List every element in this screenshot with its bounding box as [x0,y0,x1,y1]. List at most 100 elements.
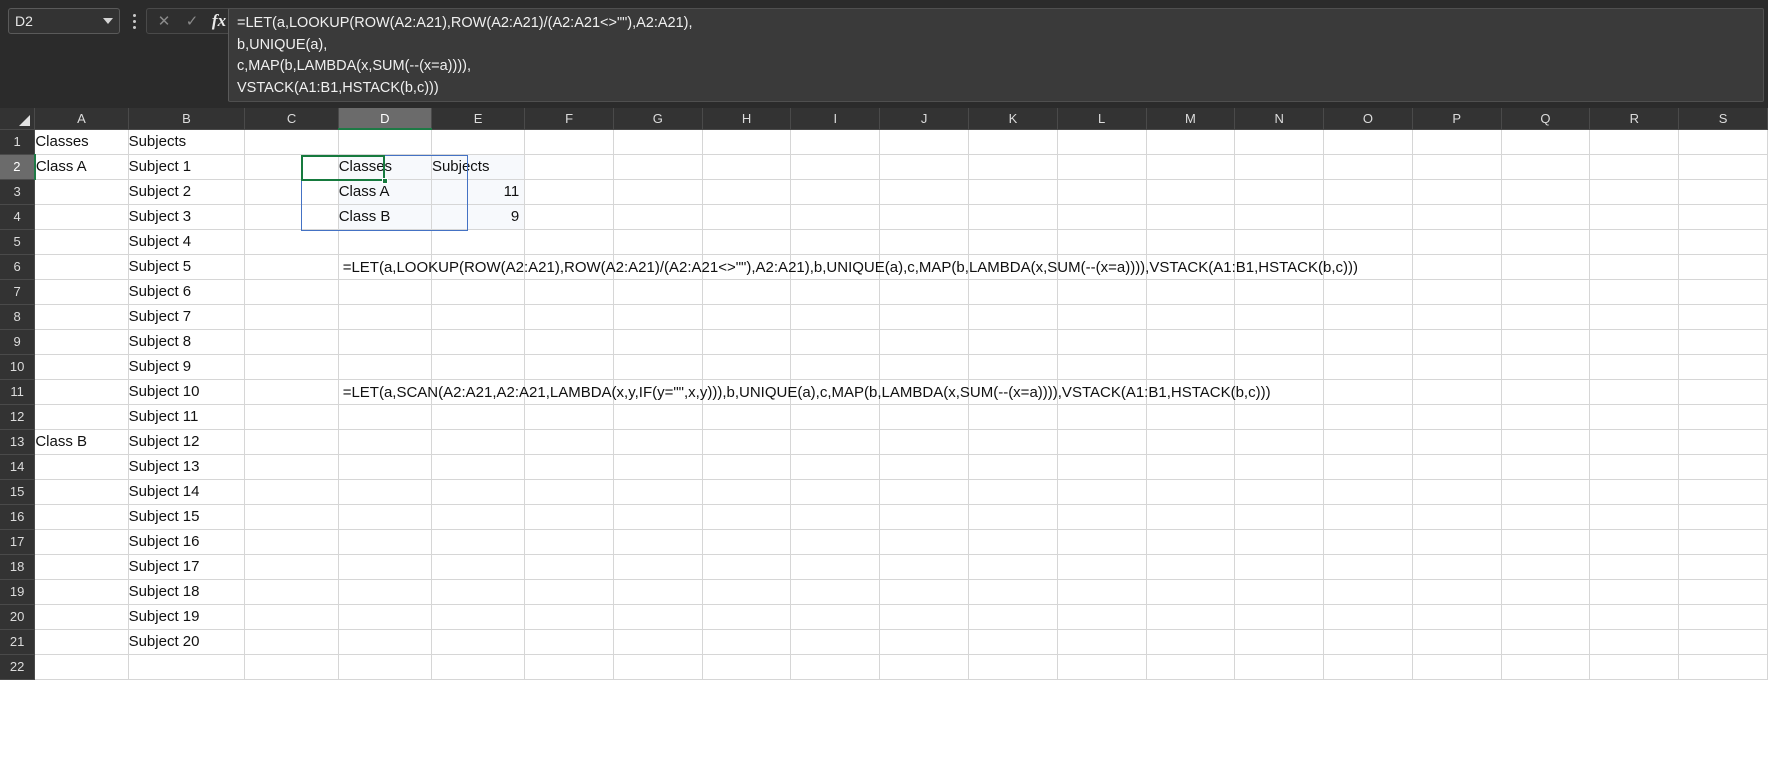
cell-e8[interactable] [431,304,526,330]
column-header-a[interactable]: A [34,108,129,130]
cell-i6[interactable] [790,254,881,280]
cell-s22[interactable] [1678,654,1768,680]
column-header-c[interactable]: C [244,108,339,130]
cell-p14[interactable] [1412,454,1502,480]
cell-k13[interactable] [968,429,1058,455]
cell-q2[interactable] [1501,154,1591,180]
cell-q12[interactable] [1501,404,1591,430]
cell-k6[interactable] [968,254,1058,280]
cell-e5[interactable] [431,229,526,255]
cell-m3[interactable] [1146,179,1236,205]
cell-l21[interactable] [1057,629,1147,655]
cell-g5[interactable] [613,229,703,255]
cell-i12[interactable] [790,404,881,430]
cell-q11[interactable] [1501,379,1591,405]
cell-c3[interactable] [244,179,339,205]
cell-e1[interactable] [431,129,526,155]
cell-f1[interactable] [524,129,614,155]
cell-a22[interactable] [34,654,129,680]
cell-b18[interactable]: Subject 17 [128,554,246,580]
column-header-k[interactable]: K [968,108,1058,130]
cell-d1[interactable] [338,129,432,155]
cell-f21[interactable] [524,629,614,655]
cell-j14[interactable] [879,454,970,480]
cell-r3[interactable] [1589,179,1680,205]
cell-a2[interactable]: Class A [34,154,129,180]
cell-m4[interactable] [1146,204,1236,230]
cell-d8[interactable] [338,304,432,330]
cell-n11[interactable] [1234,379,1325,405]
cell-c18[interactable] [244,554,339,580]
cell-s10[interactable] [1678,354,1768,380]
cell-g19[interactable] [613,579,703,605]
cell-c2[interactable] [244,154,339,180]
cell-d15[interactable] [338,479,432,505]
cell-i2[interactable] [790,154,881,180]
column-header-o[interactable]: O [1323,108,1413,130]
cell-o21[interactable] [1323,629,1413,655]
cell-c14[interactable] [244,454,339,480]
cell-s12[interactable] [1678,404,1768,430]
cell-j2[interactable] [879,154,970,180]
cell-j4[interactable] [879,204,970,230]
cell-f20[interactable] [524,604,614,630]
row-header-21[interactable]: 21 [0,629,36,655]
cell-i16[interactable] [790,504,881,530]
cell-p19[interactable] [1412,579,1502,605]
cell-m17[interactable] [1146,529,1236,555]
cell-l12[interactable] [1057,404,1147,430]
cell-p18[interactable] [1412,554,1502,580]
cell-o12[interactable] [1323,404,1413,430]
cell-f14[interactable] [524,454,614,480]
column-header-n[interactable]: N [1234,108,1325,130]
cell-n12[interactable] [1234,404,1325,430]
cell-n4[interactable] [1234,204,1325,230]
cell-q1[interactable] [1501,129,1591,155]
cell-m22[interactable] [1146,654,1236,680]
cell-o22[interactable] [1323,654,1413,680]
cell-b9[interactable]: Subject 8 [128,329,246,355]
cell-p17[interactable] [1412,529,1502,555]
cell-h5[interactable] [702,229,792,255]
column-header-r[interactable]: R [1589,108,1680,130]
cell-j6[interactable] [879,254,970,280]
cell-a17[interactable] [34,529,129,555]
cell-b1[interactable]: Subjects [128,129,246,155]
cell-r13[interactable] [1589,429,1680,455]
cell-s2[interactable] [1678,154,1768,180]
cell-i9[interactable] [790,329,881,355]
cell-j20[interactable] [879,604,970,630]
cell-r7[interactable] [1589,279,1680,305]
cell-k21[interactable] [968,629,1058,655]
cell-a10[interactable] [34,354,129,380]
cell-k15[interactable] [968,479,1058,505]
row-header-9[interactable]: 9 [0,329,36,355]
cell-e12[interactable] [431,404,526,430]
cell-o17[interactable] [1323,529,1413,555]
cell-l3[interactable] [1057,179,1147,205]
cell-a9[interactable] [34,329,129,355]
cell-g2[interactable] [613,154,703,180]
cell-r12[interactable] [1589,404,1680,430]
cell-s9[interactable] [1678,329,1768,355]
cell-a3[interactable] [34,179,129,205]
cell-g20[interactable] [613,604,703,630]
cell-a11[interactable] [34,379,129,405]
cell-n3[interactable] [1234,179,1325,205]
cell-m5[interactable] [1146,229,1236,255]
column-header-s[interactable]: S [1678,108,1768,130]
cell-a6[interactable] [34,254,129,280]
cell-c15[interactable] [244,479,339,505]
cell-o1[interactable] [1323,129,1413,155]
cell-i19[interactable] [790,579,881,605]
cell-j18[interactable] [879,554,970,580]
cell-n22[interactable] [1234,654,1325,680]
cell-b17[interactable]: Subject 16 [128,529,246,555]
cell-c21[interactable] [244,629,339,655]
cell-i17[interactable] [790,529,881,555]
cell-r15[interactable] [1589,479,1680,505]
cell-d4[interactable]: Class B [338,204,432,230]
cell-o5[interactable] [1323,229,1413,255]
cell-q16[interactable] [1501,504,1591,530]
cell-j21[interactable] [879,629,970,655]
